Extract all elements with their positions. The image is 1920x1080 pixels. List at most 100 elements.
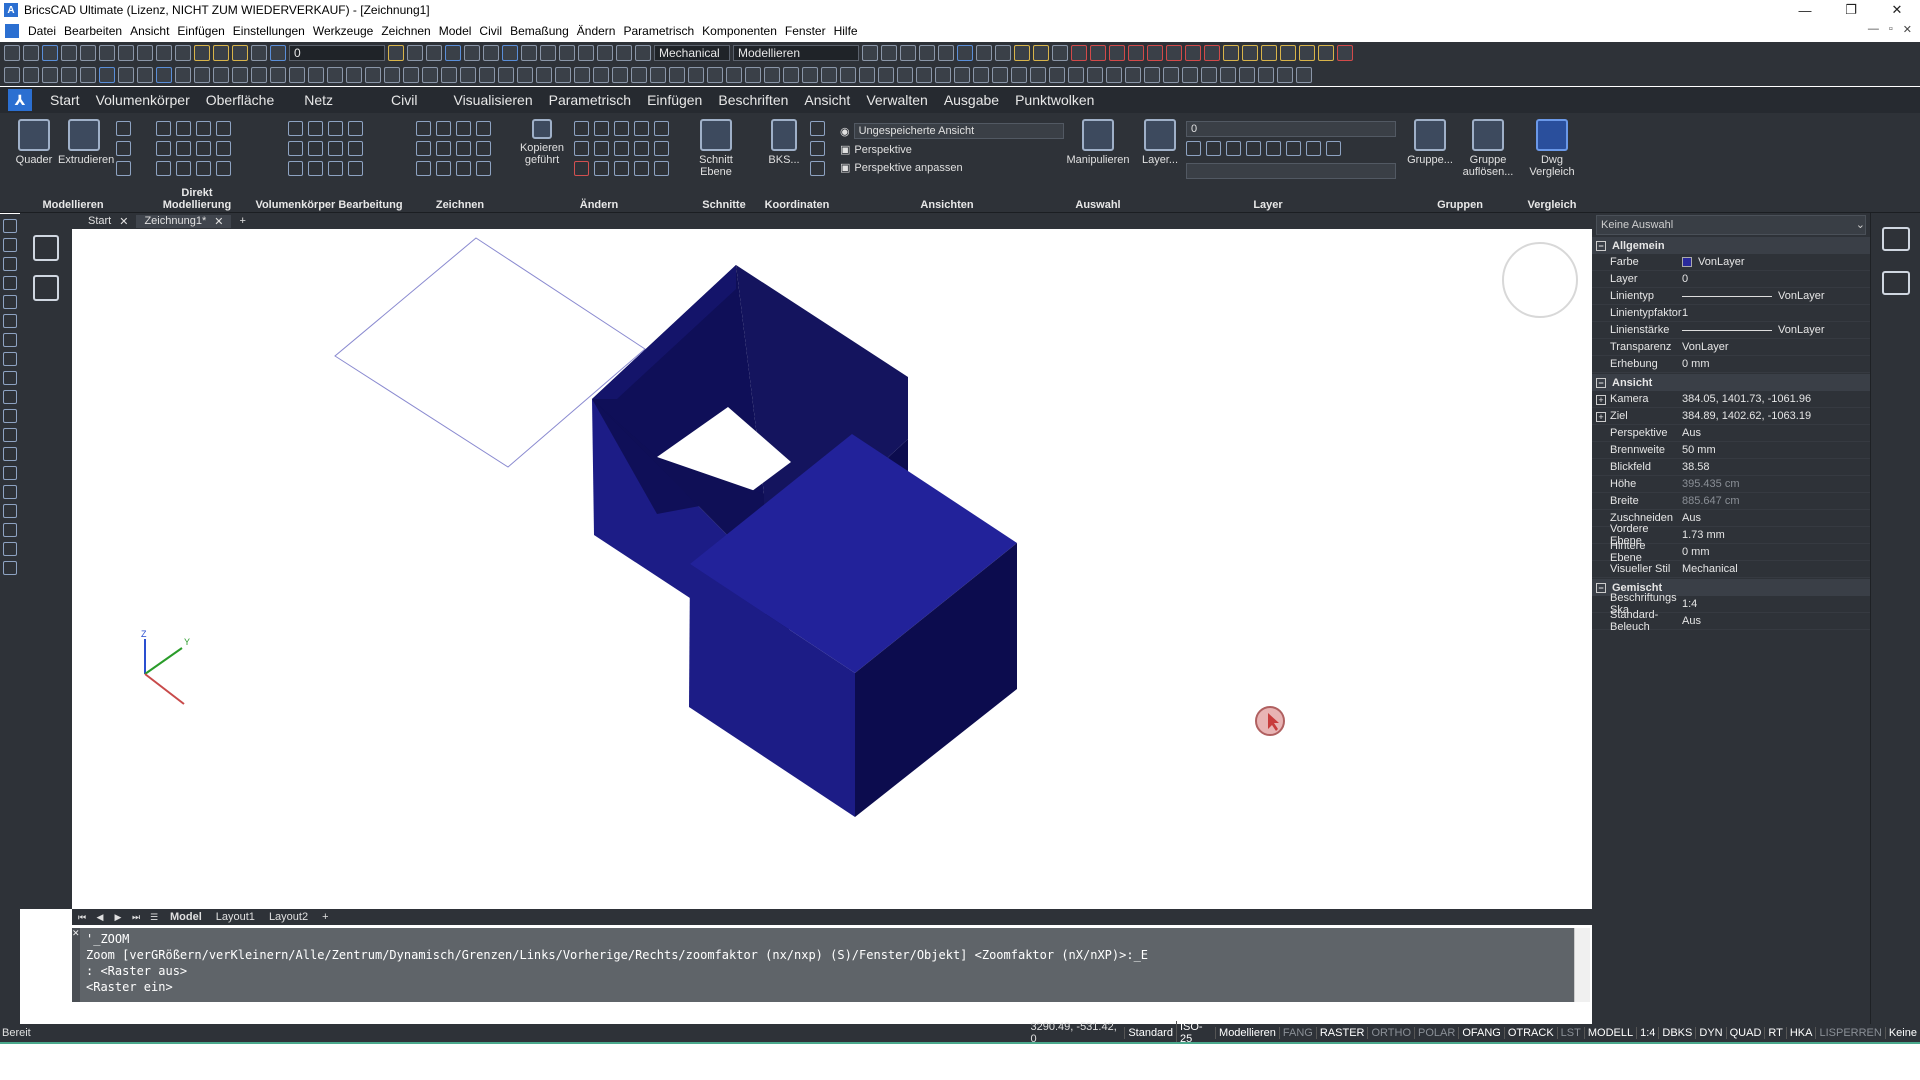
prop-row[interactable]: + Ziel 384.89, 1402.62, -1063.19 — [1592, 408, 1870, 425]
view-front-icon[interactable] — [540, 45, 556, 61]
gruppe-aufloesen-button[interactable]: Gruppe auflösen... — [1460, 119, 1516, 178]
menu-hilfe[interactable]: Hilfe — [830, 24, 862, 38]
status-scale[interactable]: 1:4 — [1636, 1027, 1658, 1039]
status-dyn[interactable]: DYN — [1695, 1027, 1725, 1039]
lay-icon-7[interactable] — [1306, 141, 1321, 156]
status-keine[interactable]: Keine — [1884, 1027, 1920, 1039]
tab-ansicht[interactable]: Ansicht — [796, 92, 858, 108]
box-view-icon[interactable] — [881, 45, 897, 61]
pan-icon[interactable] — [99, 67, 115, 83]
snap-icon[interactable] — [426, 45, 442, 61]
undo-icon[interactable] — [156, 45, 172, 61]
print-preview-icon[interactable] — [1052, 45, 1068, 61]
cancel-x-icon[interactable] — [1337, 45, 1353, 61]
move-icon[interactable] — [574, 121, 589, 136]
status-otrack[interactable]: OTRACK — [1503, 1027, 1557, 1039]
layer-freeze-icon[interactable] — [213, 45, 229, 61]
expand-icon[interactable]: + — [1596, 395, 1606, 405]
arc-icon[interactable] — [416, 141, 431, 156]
menu-einstellungen[interactable]: Einstellungen — [229, 24, 309, 38]
minimize-button[interactable]: — — [1782, 0, 1828, 20]
dm-icon-3[interactable] — [196, 121, 211, 136]
snap-perp-icon[interactable] — [502, 45, 518, 61]
menu-parametrisch[interactable]: Parametrisch — [619, 24, 698, 38]
layer-color-icon[interactable] — [270, 45, 286, 61]
extrudieren-button[interactable]: Extrudieren — [58, 119, 114, 166]
region-icon[interactable] — [476, 141, 491, 156]
rotate-icon[interactable] — [1147, 45, 1163, 61]
prop-row[interactable]: Hintere Ebene 0 mm — [1592, 540, 1870, 564]
layout-list-icon[interactable]: ☰ — [148, 912, 160, 923]
cube28-icon[interactable] — [764, 67, 780, 83]
attach-icon[interactable] — [1014, 45, 1030, 61]
tab-layout1[interactable]: Layout1 — [212, 911, 259, 923]
ucs5-icon[interactable] — [1299, 45, 1315, 61]
scale-icon[interactable] — [1166, 45, 1182, 61]
cube9-icon[interactable] — [403, 67, 419, 83]
cube34-icon[interactable] — [878, 67, 894, 83]
status-ofang[interactable]: OFANG — [1458, 1027, 1504, 1039]
prop-row[interactable]: Layer 0 — [1592, 271, 1870, 288]
lt-text-icon[interactable] — [3, 542, 17, 556]
menu-bemassung[interactable]: Bemaßung — [506, 24, 573, 38]
tab-start[interactable]: Start — [42, 92, 88, 108]
lt-region-icon[interactable] — [3, 504, 17, 518]
prop-row[interactable]: Brennweite 50 mm — [1592, 442, 1870, 459]
lt-mtext-icon[interactable] — [3, 561, 17, 575]
cube50-icon[interactable] — [1182, 67, 1198, 83]
expand-icon[interactable]: + — [1596, 412, 1606, 422]
cube47-icon[interactable] — [1125, 67, 1141, 83]
dm-icon-1[interactable] — [156, 121, 171, 136]
status-modell[interactable]: MODELL — [1583, 1027, 1636, 1039]
spline-icon[interactable] — [436, 141, 451, 156]
dm-icon-4[interactable] — [216, 121, 231, 136]
bks-button[interactable]: BKS... — [762, 119, 806, 166]
offset2-icon[interactable] — [614, 141, 629, 156]
cube33-icon[interactable] — [859, 67, 875, 83]
status-workspace[interactable]: Modellieren — [1215, 1027, 1279, 1039]
collapse-icon[interactable]: − — [1596, 240, 1606, 251]
quader-button[interactable]: Quader — [8, 119, 60, 166]
ribbon-layer-dropdown-2[interactable] — [1186, 163, 1396, 179]
adjust-perspective-button[interactable]: ▣ Perspektive anpassen — [840, 161, 963, 175]
cube52-icon[interactable] — [1220, 67, 1236, 83]
prev-layout-icon[interactable]: ◀ — [94, 912, 106, 923]
hatch-icon[interactable] — [456, 161, 471, 176]
zoom-in-icon[interactable] — [42, 67, 58, 83]
ucs-face-icon[interactable] — [810, 141, 825, 156]
add-layout-button[interactable]: + — [318, 911, 332, 923]
ucs4-icon[interactable] — [1280, 45, 1296, 61]
menu-aendern[interactable]: Ändern — [573, 24, 620, 38]
tab-parametrisch[interactable]: Parametrisch — [541, 92, 639, 108]
dm-icon-8[interactable] — [216, 141, 231, 156]
perspective-toggle[interactable]: ▣ Perspektive — [840, 143, 912, 157]
ucs-world-icon[interactable] — [810, 121, 825, 136]
lt-sphere-icon[interactable] — [3, 428, 17, 442]
vb-icon-7[interactable] — [328, 141, 343, 156]
menu-ansicht[interactable]: Ansicht — [126, 24, 173, 38]
cube36-icon[interactable] — [916, 67, 932, 83]
open-icon[interactable] — [23, 45, 39, 61]
polyline-icon[interactable] — [436, 121, 451, 136]
properties-sliders-icon[interactable] — [1881, 227, 1910, 251]
lt-wedge-icon[interactable] — [3, 485, 17, 499]
cube23-icon[interactable] — [669, 67, 685, 83]
fillet-icon[interactable] — [1090, 45, 1106, 61]
command-line[interactable]: '_ZOOM Zoom [verGRößern/verKleinern/Alle… — [80, 928, 1590, 1002]
vb-icon-3[interactable] — [328, 121, 343, 136]
prop-row[interactable]: Transparenz VonLayer — [1592, 339, 1870, 356]
lt-line-icon[interactable] — [3, 219, 17, 233]
cube46-icon[interactable] — [1106, 67, 1122, 83]
layers-stack-icon[interactable] — [1881, 271, 1910, 295]
zoom-window-icon[interactable] — [4, 67, 20, 83]
dm-icon-2[interactable] — [176, 121, 191, 136]
cube32-icon[interactable] — [840, 67, 856, 83]
rotate2-icon[interactable] — [594, 121, 609, 136]
status-textstyle[interactable]: Standard — [1124, 1027, 1176, 1039]
section-ansicht[interactable]: − Ansicht — [1592, 374, 1870, 391]
zoom-extents-icon[interactable] — [80, 67, 96, 83]
vb-icon-4[interactable] — [348, 121, 363, 136]
status-lisperren[interactable]: LISPERREN — [1815, 1027, 1884, 1039]
measure-icon[interactable] — [616, 45, 632, 61]
lt-ellipse-icon[interactable] — [3, 314, 17, 328]
